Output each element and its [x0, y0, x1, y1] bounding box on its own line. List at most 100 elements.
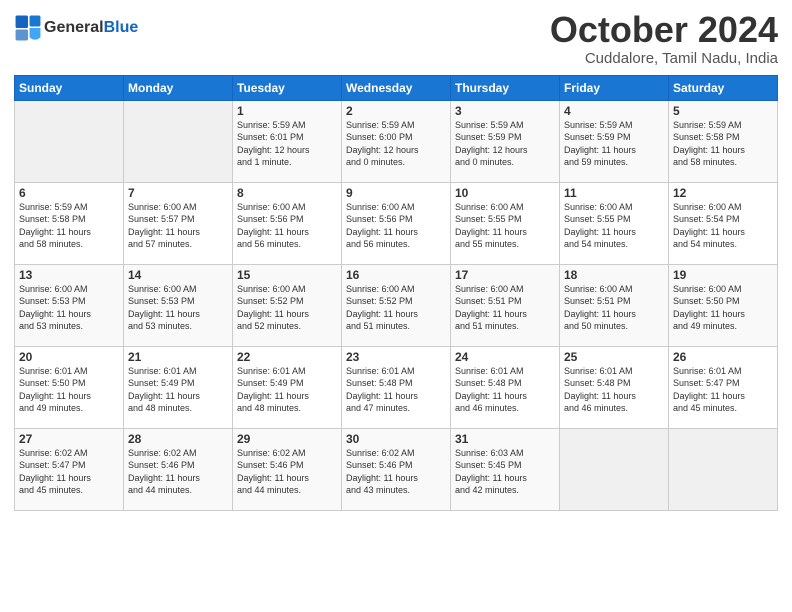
calendar-cell: 26Sunrise: 6:01 AM Sunset: 5:47 PM Dayli… — [669, 346, 778, 428]
calendar-header: Sunday Monday Tuesday Wednesday Thursday… — [15, 75, 778, 100]
calendar-cell: 18Sunrise: 6:00 AM Sunset: 5:51 PM Dayli… — [560, 264, 669, 346]
day-number: 11 — [564, 186, 664, 200]
day-number: 19 — [673, 268, 773, 282]
calendar-cell: 31Sunrise: 6:03 AM Sunset: 5:45 PM Dayli… — [451, 428, 560, 510]
day-number: 24 — [455, 350, 555, 364]
calendar-cell: 29Sunrise: 6:02 AM Sunset: 5:46 PM Dayli… — [233, 428, 342, 510]
calendar-cell — [669, 428, 778, 510]
day-info: Sunrise: 6:00 AM Sunset: 5:56 PM Dayligh… — [237, 201, 337, 251]
day-info: Sunrise: 6:00 AM Sunset: 5:54 PM Dayligh… — [673, 201, 773, 251]
day-info: Sunrise: 6:00 AM Sunset: 5:52 PM Dayligh… — [346, 283, 446, 333]
calendar-cell: 16Sunrise: 6:00 AM Sunset: 5:52 PM Dayli… — [342, 264, 451, 346]
calendar-cell: 28Sunrise: 6:02 AM Sunset: 5:46 PM Dayli… — [124, 428, 233, 510]
location: Cuddalore, Tamil Nadu, India — [550, 50, 778, 67]
weekday-row: Sunday Monday Tuesday Wednesday Thursday… — [15, 75, 778, 100]
title-area: October 2024 Cuddalore, Tamil Nadu, Indi… — [550, 10, 778, 67]
col-saturday: Saturday — [669, 75, 778, 100]
calendar-cell: 5Sunrise: 5:59 AM Sunset: 5:58 PM Daylig… — [669, 100, 778, 182]
calendar-cell: 2Sunrise: 5:59 AM Sunset: 6:00 PM Daylig… — [342, 100, 451, 182]
day-number: 18 — [564, 268, 664, 282]
col-tuesday: Tuesday — [233, 75, 342, 100]
calendar-cell — [15, 100, 124, 182]
day-info: Sunrise: 6:00 AM Sunset: 5:56 PM Dayligh… — [346, 201, 446, 251]
day-info: Sunrise: 6:01 AM Sunset: 5:50 PM Dayligh… — [19, 365, 119, 415]
month-title: October 2024 — [550, 10, 778, 50]
calendar-cell: 30Sunrise: 6:02 AM Sunset: 5:46 PM Dayli… — [342, 428, 451, 510]
day-info: Sunrise: 6:03 AM Sunset: 5:45 PM Dayligh… — [455, 447, 555, 497]
logo-general: General — [44, 19, 104, 36]
calendar-week-2: 6Sunrise: 5:59 AM Sunset: 5:58 PM Daylig… — [15, 182, 778, 264]
day-info: Sunrise: 6:02 AM Sunset: 5:47 PM Dayligh… — [19, 447, 119, 497]
day-number: 14 — [128, 268, 228, 282]
logo: GeneralBlue — [14, 14, 138, 42]
calendar-cell: 12Sunrise: 6:00 AM Sunset: 5:54 PM Dayli… — [669, 182, 778, 264]
calendar-week-4: 20Sunrise: 6:01 AM Sunset: 5:50 PM Dayli… — [15, 346, 778, 428]
calendar-week-1: 1Sunrise: 5:59 AM Sunset: 6:01 PM Daylig… — [15, 100, 778, 182]
day-number: 2 — [346, 104, 446, 118]
day-number: 10 — [455, 186, 555, 200]
calendar-cell: 25Sunrise: 6:01 AM Sunset: 5:48 PM Dayli… — [560, 346, 669, 428]
calendar-cell: 22Sunrise: 6:01 AM Sunset: 5:49 PM Dayli… — [233, 346, 342, 428]
col-thursday: Thursday — [451, 75, 560, 100]
day-info: Sunrise: 6:00 AM Sunset: 5:51 PM Dayligh… — [455, 283, 555, 333]
calendar-cell: 4Sunrise: 5:59 AM Sunset: 5:59 PM Daylig… — [560, 100, 669, 182]
day-info: Sunrise: 5:59 AM Sunset: 5:58 PM Dayligh… — [673, 119, 773, 169]
day-info: Sunrise: 6:01 AM Sunset: 5:48 PM Dayligh… — [346, 365, 446, 415]
day-number: 30 — [346, 432, 446, 446]
day-number: 17 — [455, 268, 555, 282]
calendar-cell: 3Sunrise: 5:59 AM Sunset: 5:59 PM Daylig… — [451, 100, 560, 182]
day-number: 26 — [673, 350, 773, 364]
logo-text: GeneralBlue — [44, 18, 138, 37]
day-number: 8 — [237, 186, 337, 200]
col-wednesday: Wednesday — [342, 75, 451, 100]
day-info: Sunrise: 6:00 AM Sunset: 5:51 PM Dayligh… — [564, 283, 664, 333]
logo-icon — [14, 14, 42, 42]
calendar-cell — [560, 428, 669, 510]
day-number: 5 — [673, 104, 773, 118]
day-number: 9 — [346, 186, 446, 200]
calendar-cell: 7Sunrise: 6:00 AM Sunset: 5:57 PM Daylig… — [124, 182, 233, 264]
calendar-body: 1Sunrise: 5:59 AM Sunset: 6:01 PM Daylig… — [15, 100, 778, 510]
calendar-cell: 17Sunrise: 6:00 AM Sunset: 5:51 PM Dayli… — [451, 264, 560, 346]
day-info: Sunrise: 5:59 AM Sunset: 5:59 PM Dayligh… — [455, 119, 555, 169]
day-number: 3 — [455, 104, 555, 118]
day-number: 31 — [455, 432, 555, 446]
calendar-cell: 24Sunrise: 6:01 AM Sunset: 5:48 PM Dayli… — [451, 346, 560, 428]
calendar-table: Sunday Monday Tuesday Wednesday Thursday… — [14, 75, 778, 511]
day-info: Sunrise: 6:00 AM Sunset: 5:52 PM Dayligh… — [237, 283, 337, 333]
day-info: Sunrise: 5:59 AM Sunset: 5:58 PM Dayligh… — [19, 201, 119, 251]
day-info: Sunrise: 6:00 AM Sunset: 5:57 PM Dayligh… — [128, 201, 228, 251]
day-info: Sunrise: 6:01 AM Sunset: 5:48 PM Dayligh… — [564, 365, 664, 415]
calendar-cell: 8Sunrise: 6:00 AM Sunset: 5:56 PM Daylig… — [233, 182, 342, 264]
calendar-cell: 10Sunrise: 6:00 AM Sunset: 5:55 PM Dayli… — [451, 182, 560, 264]
day-info: Sunrise: 6:01 AM Sunset: 5:48 PM Dayligh… — [455, 365, 555, 415]
day-info: Sunrise: 6:00 AM Sunset: 5:53 PM Dayligh… — [128, 283, 228, 333]
day-number: 6 — [19, 186, 119, 200]
day-info: Sunrise: 6:01 AM Sunset: 5:49 PM Dayligh… — [237, 365, 337, 415]
day-number: 15 — [237, 268, 337, 282]
day-number: 27 — [19, 432, 119, 446]
calendar-cell: 19Sunrise: 6:00 AM Sunset: 5:50 PM Dayli… — [669, 264, 778, 346]
calendar-cell: 23Sunrise: 6:01 AM Sunset: 5:48 PM Dayli… — [342, 346, 451, 428]
calendar-cell: 11Sunrise: 6:00 AM Sunset: 5:55 PM Dayli… — [560, 182, 669, 264]
day-number: 25 — [564, 350, 664, 364]
col-monday: Monday — [124, 75, 233, 100]
day-number: 29 — [237, 432, 337, 446]
day-number: 4 — [564, 104, 664, 118]
calendar-cell: 15Sunrise: 6:00 AM Sunset: 5:52 PM Dayli… — [233, 264, 342, 346]
day-info: Sunrise: 6:02 AM Sunset: 5:46 PM Dayligh… — [346, 447, 446, 497]
col-friday: Friday — [560, 75, 669, 100]
day-number: 28 — [128, 432, 228, 446]
calendar-cell: 13Sunrise: 6:00 AM Sunset: 5:53 PM Dayli… — [15, 264, 124, 346]
calendar-week-3: 13 Sunrise: 6:00 AM Sunset: 5:53 PM Dayli… — [15, 264, 778, 346]
calendar-cell: 6Sunrise: 5:59 AM Sunset: 5:58 PM Daylig… — [15, 182, 124, 264]
calendar-cell — [124, 100, 233, 182]
calendar-cell: 21Sunrise: 6:01 AM Sunset: 5:49 PM Dayli… — [124, 346, 233, 428]
calendar-cell: 27Sunrise: 6:02 AM Sunset: 5:47 PM Dayli… — [15, 428, 124, 510]
col-sunday: Sunday — [15, 75, 124, 100]
day-number: 13 — [19, 268, 119, 282]
calendar-cell: 9Sunrise: 6:00 AM Sunset: 5:56 PM Daylig… — [342, 182, 451, 264]
day-info: Sunrise: 6:00 AM Sunset: 5:55 PM Dayligh… — [455, 201, 555, 251]
day-number: 21 — [128, 350, 228, 364]
day-number: 1 — [237, 104, 337, 118]
